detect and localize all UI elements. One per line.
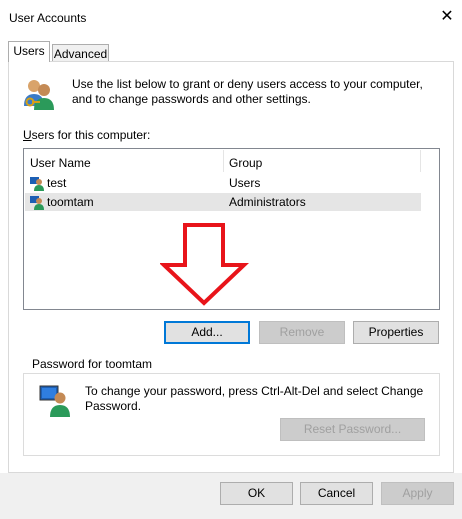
add-button-label: Add... — [191, 325, 223, 339]
reset-password-button[interactable]: Reset Password... — [280, 418, 425, 441]
cancel-button-label: Cancel — [317, 486, 356, 500]
users-list-label: Users for this computer: — [23, 128, 151, 142]
apply-button[interactable]: Apply — [381, 482, 454, 505]
user-icon — [29, 175, 45, 191]
user-monitor-icon — [38, 383, 72, 417]
column-divider[interactable] — [420, 150, 421, 172]
user-name-cell: test — [47, 176, 67, 190]
user-name-cell: toomtam — [47, 195, 94, 209]
column-header-group[interactable]: Group — [229, 152, 262, 174]
tab-users[interactable]: Users — [8, 41, 50, 62]
apply-button-label: Apply — [402, 486, 433, 500]
user-group-cell: Administrators — [229, 195, 306, 209]
tab-advanced-label: Advanced — [53, 47, 108, 61]
window-title: User Accounts — [9, 11, 87, 25]
reset-password-label: Reset Password... — [303, 422, 402, 436]
password-instructions: To change your password, press Ctrl-Alt-… — [85, 384, 424, 413]
user-icon — [29, 194, 45, 210]
properties-button[interactable]: Properties — [353, 321, 439, 344]
close-icon[interactable]: ✕ — [436, 6, 458, 28]
red-down-arrow — [158, 223, 250, 307]
table-row[interactable]: toomtam Administrators — [25, 193, 421, 211]
properties-button-label: Properties — [368, 325, 424, 339]
column-divider[interactable] — [223, 150, 224, 172]
add-user-button[interactable]: Add... — [164, 321, 250, 344]
users-keys-icon — [22, 76, 58, 112]
user-group-cell: Users — [229, 176, 261, 190]
remove-user-button[interactable]: Remove — [259, 321, 345, 344]
ok-button[interactable]: OK — [220, 482, 293, 505]
intro-text: Use the list below to grant or deny user… — [72, 77, 423, 106]
password-group-title: Password for toomtam — [29, 357, 156, 371]
remove-button-label: Remove — [279, 325, 325, 339]
tab-users-label: Users — [13, 44, 45, 58]
table-row[interactable]: test Users — [25, 174, 421, 192]
ok-button-label: OK — [247, 486, 266, 500]
cancel-button[interactable]: Cancel — [300, 482, 373, 505]
column-header-username[interactable]: User Name — [30, 152, 91, 174]
